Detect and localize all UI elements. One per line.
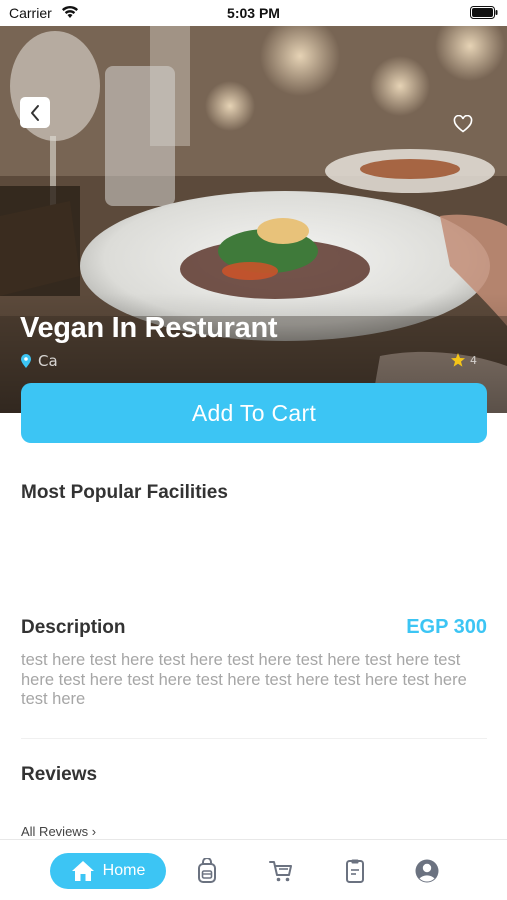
description-text: test here test here test here test here … [21,651,467,708]
clipboard-icon[interactable] [342,858,368,884]
reviews-heading: Reviews [21,764,98,785]
location-row: Ca [20,352,58,370]
tab-home[interactable]: Home [50,853,166,889]
rating-row: 4 [450,352,477,368]
star-icon [451,353,465,367]
chevron-left-icon [31,104,39,121]
location-pin-icon [21,353,31,368]
battery-icon [470,6,498,19]
home-icon [71,861,94,881]
back-button[interactable] [20,97,50,128]
description-heading: Description [21,617,126,638]
price-label: EGP 300 [406,616,487,638]
all-reviews-link[interactable]: All Reviews › [21,824,96,839]
status-bar: Carrier 5:03 PM [0,0,507,26]
favorite-heart-icon[interactable] [453,115,473,133]
backpack-icon[interactable] [194,858,220,884]
facilities-heading: Most Popular Facilities [21,482,228,503]
tab-home-label: Home [102,862,146,879]
cart-icon[interactable] [268,858,294,884]
status-time: 5:03 PM [227,5,280,21]
rating-value: 4 [470,353,477,367]
hero-image [0,26,507,413]
profile-icon[interactable] [414,858,440,884]
bottom-tab-bar: Home [0,839,507,900]
add-to-cart-button[interactable]: Add To Cart [21,383,487,443]
location-label: Ca [38,352,58,370]
section-divider [21,738,487,739]
restaurant-title: Vegan In Resturant [20,312,278,344]
